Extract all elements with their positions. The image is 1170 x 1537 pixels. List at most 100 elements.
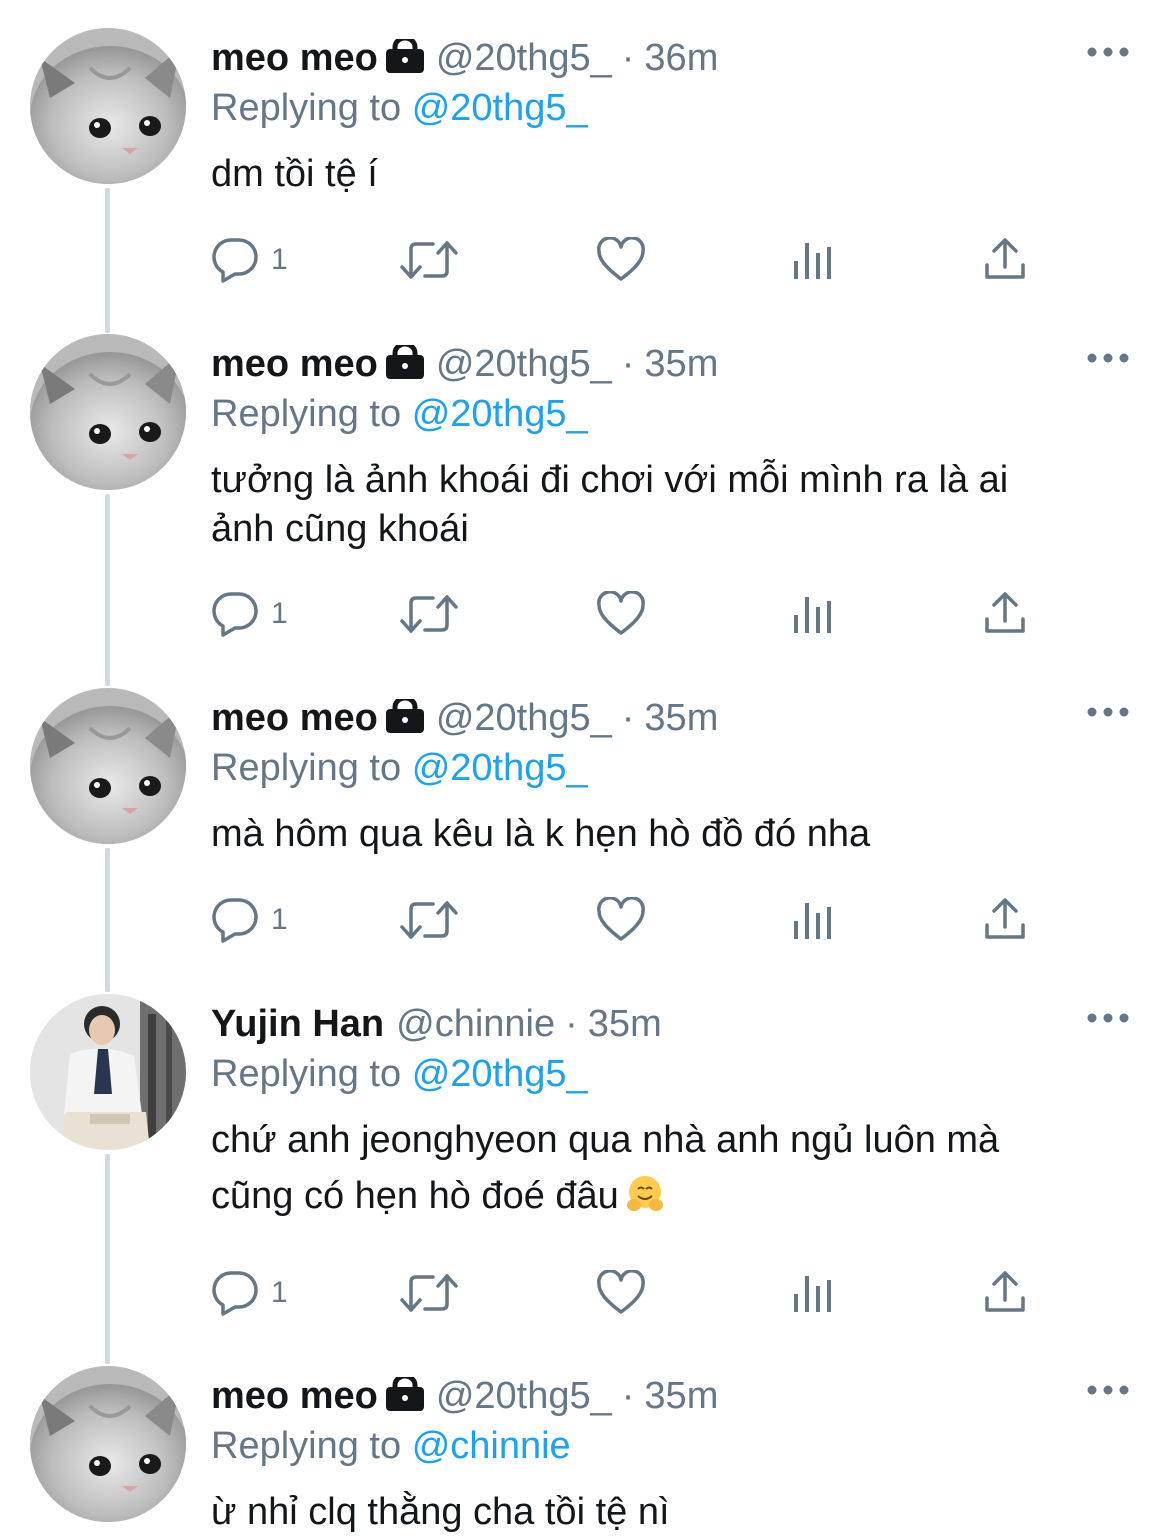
- action-bar: 1: [211, 895, 1111, 945]
- cat-avatar: [30, 1366, 186, 1522]
- reply-icon: [212, 238, 258, 283]
- views-button[interactable]: [791, 589, 835, 639]
- views-button[interactable]: [791, 235, 835, 285]
- avatar[interactable]: [30, 1366, 186, 1522]
- reply-button[interactable]: 1: [211, 589, 288, 639]
- views-button[interactable]: [791, 1268, 835, 1318]
- views-icon: [794, 1276, 831, 1312]
- avatar[interactable]: [30, 688, 186, 844]
- person-avatar: [30, 994, 186, 1150]
- share-icon: [985, 592, 1025, 633]
- retweet-button[interactable]: [399, 895, 459, 945]
- handle[interactable]: @20thg5_: [436, 343, 612, 385]
- thread-line: [105, 1154, 110, 1364]
- lock-icon: [385, 341, 424, 389]
- retweet-icon: [400, 901, 458, 939]
- separator-dot: ·: [621, 37, 635, 79]
- retweet-button[interactable]: [399, 1268, 459, 1318]
- handle[interactable]: @20thg5_: [436, 1375, 612, 1417]
- mention-link[interactable]: @20thg5_: [412, 747, 588, 789]
- like-button[interactable]: [596, 589, 646, 639]
- replying-prefix: Replying to: [211, 393, 402, 435]
- share-icon: [985, 238, 1025, 279]
- handle[interactable]: @chinnie: [396, 1003, 555, 1045]
- reply-count: 1: [271, 903, 288, 936]
- more-icon[interactable]: [1086, 1008, 1130, 1028]
- mention-link[interactable]: @chinnie: [412, 1425, 571, 1467]
- action-bar: 1: [211, 589, 1111, 639]
- timestamp[interactable]: 36m: [644, 37, 718, 79]
- mention-link[interactable]: @20thg5_: [412, 87, 588, 129]
- replying-prefix: Replying to: [211, 1053, 402, 1095]
- retweet-button[interactable]: [399, 235, 459, 285]
- avatar[interactable]: [30, 994, 186, 1150]
- retweet-button[interactable]: [399, 589, 459, 639]
- replying-to: Replying to @20thg5_: [211, 746, 588, 790]
- timestamp[interactable]: 35m: [588, 1003, 662, 1045]
- reply-icon: [212, 592, 258, 637]
- retweet-icon: [400, 241, 458, 279]
- thread-line: [105, 494, 110, 686]
- views-button[interactable]: [791, 895, 835, 945]
- mention-link[interactable]: @20thg5_: [412, 1053, 588, 1095]
- hugging-face-emoji: [625, 1174, 665, 1214]
- replying-prefix: Replying to: [211, 747, 402, 789]
- handle[interactable]: @20thg5_: [436, 37, 612, 79]
- thread-line: [105, 848, 110, 992]
- share-button[interactable]: [982, 235, 1028, 285]
- reply-button[interactable]: 1: [211, 235, 288, 285]
- tweet-text: dm tồi tệ í: [211, 150, 1111, 199]
- replying-to: Replying to @20thg5_: [211, 1052, 588, 1096]
- reply-button[interactable]: 1: [211, 895, 288, 945]
- like-button[interactable]: [596, 235, 646, 285]
- views-icon: [794, 903, 831, 939]
- like-button[interactable]: [596, 1268, 646, 1318]
- cat-avatar: [30, 28, 186, 184]
- display-name[interactable]: Yujin Han: [211, 1003, 384, 1045]
- more-icon[interactable]: [1086, 702, 1130, 722]
- avatar[interactable]: [30, 28, 186, 184]
- action-bar: 1: [211, 235, 1111, 285]
- heart-icon: [597, 897, 645, 941]
- timestamp[interactable]: 35m: [644, 343, 718, 385]
- display-name[interactable]: meo meo: [211, 697, 378, 739]
- more-icon[interactable]: [1086, 348, 1130, 368]
- more-icon[interactable]: [1086, 1380, 1130, 1400]
- display-name[interactable]: meo meo: [211, 1375, 378, 1417]
- tweet-text: mà hôm qua kêu là k hẹn hò đồ đó nha: [211, 810, 1111, 859]
- tweet-text-line: ừ nhỉ clq thằng cha tồi tệ nì: [211, 1491, 670, 1533]
- timestamp[interactable]: 35m: [644, 697, 718, 739]
- like-button[interactable]: [596, 895, 646, 945]
- display-name[interactable]: meo meo: [211, 37, 378, 79]
- lock-icon: [385, 695, 424, 743]
- reply-button[interactable]: 1: [211, 1268, 288, 1318]
- mention-link[interactable]: @20thg5_: [412, 393, 588, 435]
- tweet-header: meo meo @20thg5_ · 35m: [211, 341, 718, 389]
- display-name[interactable]: meo meo: [211, 343, 378, 385]
- replying-prefix: Replying to: [211, 1425, 402, 1467]
- avatar[interactable]: [30, 334, 186, 490]
- separator-dot: ·: [565, 1003, 578, 1045]
- views-icon: [794, 243, 831, 279]
- more-icon[interactable]: [1086, 42, 1130, 62]
- separator-dot: ·: [621, 343, 635, 385]
- tweet-header: meo meo @20thg5_ · 36m: [211, 35, 718, 83]
- reply-count: 1: [271, 597, 288, 630]
- tweet-header: meo meo @20thg5_ · 35m: [211, 1373, 718, 1421]
- replying-to: Replying to @20thg5_: [211, 392, 588, 436]
- share-button[interactable]: [982, 589, 1028, 639]
- reply-icon: [212, 1271, 258, 1316]
- share-button[interactable]: [982, 1268, 1028, 1318]
- handle[interactable]: @20thg5_: [436, 697, 612, 739]
- heart-icon: [597, 591, 645, 635]
- share-button[interactable]: [982, 895, 1028, 945]
- tweet-text: tưởng là ảnh khoái đi chơi với mỗi mình …: [211, 456, 1111, 554]
- share-icon: [985, 898, 1025, 939]
- views-icon: [794, 597, 831, 633]
- replying-to: Replying to @chinnie: [211, 1424, 571, 1468]
- timestamp[interactable]: 35m: [644, 1375, 718, 1417]
- replying-to: Replying to @20thg5_: [211, 86, 588, 130]
- action-bar: 1: [211, 1268, 1111, 1318]
- tweet-text: chứ anh jeonghyeon qua nhà anh ngủ luôn …: [211, 1112, 1111, 1224]
- tweet-text-line: ảnh cũng khoái: [211, 508, 469, 550]
